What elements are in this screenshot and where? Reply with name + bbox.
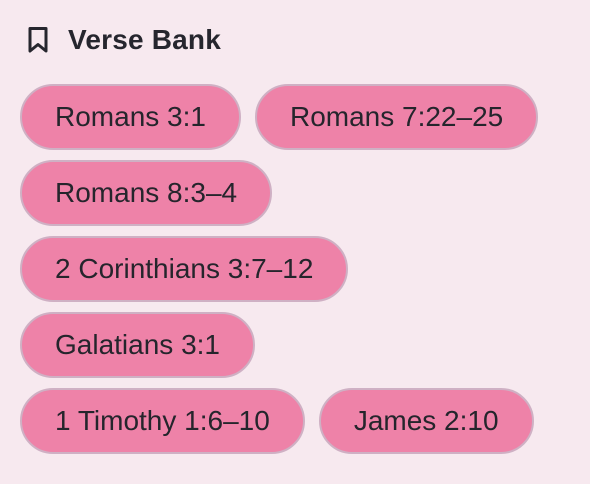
- verse-chip-list: Romans 3:1 Romans 7:22–25 Romans 8:3–4 2…: [20, 84, 570, 454]
- bookmark-icon: [26, 25, 50, 55]
- verse-chip-james-2-10[interactable]: James 2:10: [318, 388, 534, 454]
- chip-row: Galatians 3:1: [20, 312, 570, 378]
- chip-row: 1 Timothy 1:6–10 James 2:10: [20, 388, 570, 454]
- verse-chip-romans-8-3-4[interactable]: Romans 8:3–4: [20, 160, 273, 226]
- verse-bank-panel: Verse Bank Romans 3:1 Romans 7:22–25 Rom…: [0, 0, 590, 484]
- verse-chip-romans-7-22-25[interactable]: Romans 7:22–25: [254, 84, 539, 150]
- verse-chip-1-timothy-1-6-10[interactable]: 1 Timothy 1:6–10: [20, 388, 305, 454]
- verse-bank-header: Verse Bank: [26, 22, 570, 58]
- chip-row: 2 Corinthians 3:7–12: [20, 236, 570, 302]
- chip-row: Romans 3:1 Romans 7:22–25: [20, 84, 570, 150]
- verse-chip-2-corinthians-3-7-12[interactable]: 2 Corinthians 3:7–12: [20, 236, 349, 302]
- chip-row: Romans 8:3–4: [20, 160, 570, 226]
- verse-chip-romans-3-1[interactable]: Romans 3:1: [20, 84, 241, 150]
- verse-bank-title: Verse Bank: [68, 24, 221, 55]
- verse-chip-galatians-3-1[interactable]: Galatians 3:1: [20, 312, 255, 378]
